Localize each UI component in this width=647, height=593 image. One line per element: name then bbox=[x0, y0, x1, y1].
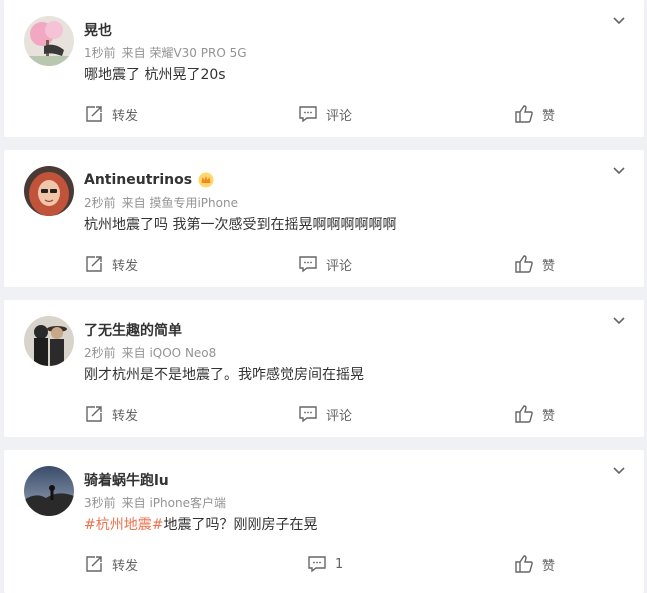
thumbs-up-icon bbox=[515, 105, 533, 123]
repost-icon bbox=[86, 406, 102, 422]
like-label: 赞 bbox=[542, 108, 556, 124]
post-card: 了无生趣的简单 2秒前 来自 iQOO Neo8 刚才杭州是不是地震了。我咋感觉房… bbox=[4, 300, 644, 437]
post-meta: 3秒前 来自 iPhone客户端 bbox=[84, 494, 226, 511]
post-source: 来自 iQOO Neo8 bbox=[121, 346, 217, 360]
comment-button[interactable]: 评论 bbox=[298, 400, 352, 428]
chevron-down-icon[interactable] bbox=[610, 12, 628, 30]
comment-count: 1 bbox=[335, 556, 344, 572]
like-button[interactable]: 赞 bbox=[514, 400, 555, 428]
author-name[interactable]: 晃也 bbox=[84, 20, 112, 40]
post-card: 晃也 1秒前 来自 荣耀V30 PRO 5G 哪地震了 杭州晃了20s 转发 评… bbox=[4, 0, 644, 137]
thumbs-up-icon bbox=[515, 255, 533, 273]
action-bar: 转发 1 赞 bbox=[4, 550, 644, 578]
chevron-down-icon[interactable] bbox=[610, 312, 628, 330]
author-name[interactable]: 骑着蜗牛跑lu bbox=[84, 470, 169, 490]
author-row: 晃也 bbox=[84, 20, 112, 40]
like-label: 赞 bbox=[542, 558, 556, 574]
repost-icon bbox=[86, 556, 102, 572]
avatar-photo-sunset-silhouette-icon bbox=[24, 466, 74, 516]
comment-label: 评论 bbox=[326, 108, 353, 124]
post-source: 来自 摸鱼专用iPhone bbox=[121, 196, 238, 210]
like-label: 赞 bbox=[542, 258, 556, 274]
like-label: 赞 bbox=[542, 408, 556, 424]
repost-icon bbox=[86, 256, 102, 272]
like-button[interactable]: 赞 bbox=[514, 550, 555, 578]
avatar[interactable] bbox=[24, 466, 74, 516]
post-time[interactable]: 2秒前 bbox=[84, 196, 116, 210]
repost-label: 转发 bbox=[112, 108, 139, 124]
post-card: Antineutrinos 2秒前 来自 摸鱼专用iPhone 杭州地震了吗 我第… bbox=[4, 150, 644, 287]
post-text: 哪地震了 杭州晃了20s bbox=[84, 64, 226, 84]
post-meta: 2秒前 来自 iQOO Neo8 bbox=[84, 344, 216, 361]
action-bar: 转发 评论 赞 bbox=[4, 400, 644, 428]
chevron-down-icon[interactable] bbox=[610, 462, 628, 480]
weibo-feed: 晃也 1秒前 来自 荣耀V30 PRO 5G 哪地震了 杭州晃了20s 转发 评… bbox=[0, 0, 647, 593]
repost-button[interactable]: 转发 bbox=[84, 550, 138, 578]
post-time[interactable]: 2秒前 bbox=[84, 346, 116, 360]
comment-button[interactable]: 评论 bbox=[298, 250, 352, 278]
post-meta: 1秒前 来自 荣耀V30 PRO 5G bbox=[84, 44, 247, 61]
avatar-photo-pink-tree-icon bbox=[24, 16, 74, 66]
post-text: 刚才杭州是不是地震了。我咋感觉房间在摇晃 bbox=[84, 364, 364, 384]
post-body: 杭州地震了吗 我第一次感受到在摇晃啊啊啊啊啊啊 bbox=[84, 217, 397, 233]
topic-link[interactable]: #杭州地震# bbox=[84, 517, 163, 533]
author-row: 骑着蜗牛跑lu bbox=[84, 470, 169, 490]
repost-label: 转发 bbox=[112, 258, 139, 274]
avatar[interactable] bbox=[24, 316, 74, 366]
repost-button[interactable]: 转发 bbox=[84, 100, 138, 128]
author-name[interactable]: 了无生趣的简单 bbox=[84, 320, 182, 340]
comment-label: 评论 bbox=[326, 258, 353, 274]
comment-button[interactable]: 评论 bbox=[298, 100, 352, 128]
post-time[interactable]: 1秒前 bbox=[84, 46, 116, 60]
action-bar: 转发 评论 赞 bbox=[4, 100, 644, 128]
like-button[interactable]: 赞 bbox=[514, 100, 555, 128]
post-body: 哪地震了 杭州晃了20s bbox=[84, 67, 226, 83]
author-name[interactable]: Antineutrinos bbox=[84, 172, 192, 188]
action-bar: 转发 评论 赞 bbox=[4, 250, 644, 278]
comment-label: 评论 bbox=[326, 408, 353, 424]
post-text: 杭州地震了吗 我第一次感受到在摇晃啊啊啊啊啊啊 bbox=[84, 214, 396, 234]
repost-button[interactable]: 转发 bbox=[84, 250, 138, 278]
comment-button[interactable]: 1 bbox=[307, 550, 343, 578]
avatar-photo-red-hair-icon bbox=[24, 166, 74, 216]
avatar-photo-two-people-icon bbox=[24, 316, 74, 366]
post-body: 地震了吗？刚刚房子在晃 bbox=[163, 517, 318, 533]
thumbs-up-icon bbox=[515, 405, 533, 423]
author-row: 了无生趣的简单 bbox=[84, 320, 182, 340]
post-card: 骑着蜗牛跑lu 3秒前 来自 iPhone客户端 #杭州地震#地震了吗？刚刚房子在… bbox=[4, 450, 644, 593]
like-button[interactable]: 赞 bbox=[514, 250, 555, 278]
post-time[interactable]: 3秒前 bbox=[84, 496, 116, 510]
chevron-down-icon[interactable] bbox=[610, 162, 628, 180]
avatar[interactable] bbox=[24, 166, 74, 216]
post-meta: 2秒前 来自 摸鱼专用iPhone bbox=[84, 194, 238, 211]
post-source: 来自 iPhone客户端 bbox=[121, 496, 226, 510]
comment-icon bbox=[299, 106, 317, 123]
post-source: 来自 荣耀V30 PRO 5G bbox=[121, 46, 247, 60]
crown-badge-icon[interactable] bbox=[198, 172, 214, 188]
post-body: 刚才杭州是不是地震了。我咋感觉房间在摇晃 bbox=[84, 367, 364, 383]
avatar[interactable] bbox=[24, 16, 74, 66]
comment-icon bbox=[299, 406, 317, 423]
thumbs-up-icon bbox=[515, 555, 533, 573]
post-text: #杭州地震#地震了吗？刚刚房子在晃 bbox=[84, 514, 317, 534]
comment-icon bbox=[299, 256, 317, 273]
comment-icon bbox=[308, 556, 326, 573]
repost-label: 转发 bbox=[112, 558, 139, 574]
repost-icon bbox=[86, 106, 102, 122]
repost-button[interactable]: 转发 bbox=[84, 400, 138, 428]
repost-label: 转发 bbox=[112, 408, 139, 424]
author-row: Antineutrinos bbox=[84, 170, 214, 190]
